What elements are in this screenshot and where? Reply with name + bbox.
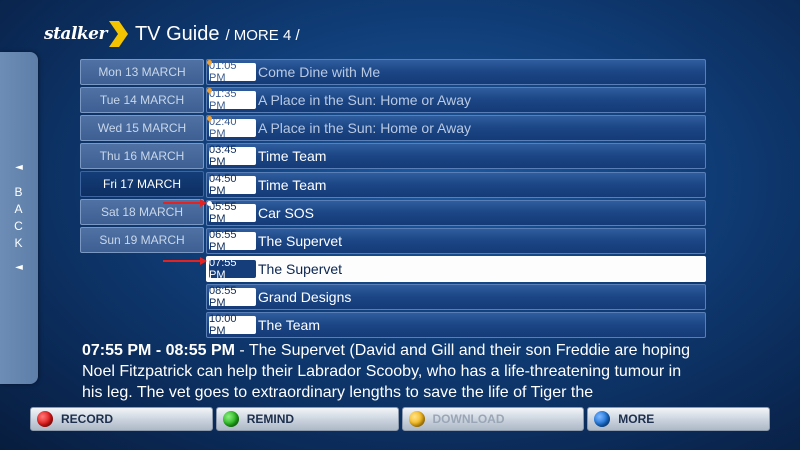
back-letter: C bbox=[14, 219, 24, 233]
stalker-logo: stalker bbox=[44, 20, 129, 48]
program-row[interactable]: 01:05 PM Come Dine with Me bbox=[206, 59, 706, 85]
page-title: TV Guide bbox=[134, 22, 220, 45]
day-item[interactable]: Mon 13 MARCH bbox=[80, 59, 204, 85]
blue-key-icon bbox=[594, 411, 611, 427]
program-title: Car SOS bbox=[258, 204, 315, 221]
annotation-arrow bbox=[163, 199, 207, 207]
program-list: 01:05 PM Come Dine with Me 01:35 PM A Pl… bbox=[206, 59, 706, 340]
program-row[interactable]: 06:55 PM The Supervet bbox=[206, 227, 706, 254]
back-letter: K bbox=[14, 236, 24, 250]
action-bar: RECORD REMIND DOWNLOAD MORE bbox=[30, 407, 770, 431]
logo-chevron-icon bbox=[108, 21, 128, 47]
program-row[interactable]: 05:55 PM Car SOS bbox=[206, 199, 706, 226]
program-time: 10:00 PM bbox=[209, 313, 256, 337]
program-time: 01:35 PM bbox=[209, 88, 256, 112]
program-row[interactable]: 02:40 PM A Place in the Sun: Home or Awa… bbox=[206, 115, 706, 142]
remind-button[interactable]: REMIND bbox=[215, 407, 399, 431]
description-time-range: 07:55 PM - 08:55 PM bbox=[82, 342, 235, 359]
program-title: The Supervet bbox=[258, 232, 343, 249]
past-indicator-icon bbox=[207, 60, 212, 65]
program-time: 05:55 PM bbox=[209, 201, 256, 225]
program-time: 06:55 PM bbox=[209, 229, 256, 253]
program-title: Come Dine with Me bbox=[258, 64, 381, 80]
yellow-key-icon bbox=[408, 411, 425, 427]
annotation-arrow bbox=[163, 257, 207, 265]
day-item[interactable]: Tue 14 MARCH bbox=[80, 87, 204, 113]
program-row[interactable]: 04:50 PM Time Team bbox=[206, 171, 706, 198]
more-button[interactable]: MORE bbox=[587, 407, 770, 431]
program-title: Time Team bbox=[258, 176, 327, 193]
program-title: A Place in the Sun: Home or Away bbox=[258, 120, 471, 137]
program-row-selected[interactable]: 07:55 PM The Supervet bbox=[206, 255, 706, 282]
program-time: 08:55 PM bbox=[209, 285, 256, 309]
breadcrumb: / MORE 4 / bbox=[225, 27, 300, 44]
program-row[interactable]: 10:00 PM The Team bbox=[206, 312, 706, 339]
day-list: Mon 13 MARCH Tue 14 MARCH Wed 15 MARCH T… bbox=[80, 59, 204, 255]
logo-text: stalker bbox=[44, 24, 107, 44]
download-button[interactable]: DOWNLOAD bbox=[401, 407, 585, 431]
program-title: The Team bbox=[258, 317, 320, 334]
record-label: RECORD bbox=[61, 412, 114, 426]
program-time: 02:40 PM bbox=[209, 116, 256, 140]
day-item[interactable]: Wed 15 MARCH bbox=[80, 115, 204, 141]
back-letter: B bbox=[14, 185, 24, 199]
program-title: The Supervet bbox=[258, 260, 343, 277]
back-letter: A bbox=[14, 202, 24, 216]
red-key-icon bbox=[37, 411, 53, 427]
day-item-selected[interactable]: Fri 17 MARCH bbox=[80, 171, 204, 197]
program-title: Grand Designs bbox=[258, 289, 352, 306]
program-row[interactable]: 08:55 PM Grand Designs bbox=[206, 284, 706, 311]
back-arrow-icon: ◄ bbox=[15, 262, 23, 273]
back-arrow-icon: ◄ bbox=[15, 162, 23, 173]
back-button[interactable]: ◄ B A C K ◄ bbox=[0, 52, 38, 384]
program-time: 07:55 PM bbox=[209, 257, 256, 281]
program-time: 03:45 PM bbox=[209, 144, 256, 168]
program-row[interactable]: 01:35 PM A Place in the Sun: Home or Awa… bbox=[206, 87, 706, 114]
day-item[interactable]: Thu 16 MARCH bbox=[80, 143, 204, 169]
program-title: Time Team bbox=[258, 148, 327, 165]
day-item[interactable]: Sun 19 MARCH bbox=[80, 227, 204, 253]
green-key-icon bbox=[222, 411, 239, 427]
record-button[interactable]: RECORD bbox=[30, 407, 213, 431]
program-title: A Place in the Sun: Home or Away bbox=[258, 92, 471, 109]
program-time: 04:50 PM bbox=[209, 173, 256, 197]
more-label: MORE bbox=[618, 412, 655, 426]
program-time: 01:05 PM bbox=[209, 60, 256, 84]
remind-label: REMIND bbox=[246, 412, 295, 426]
program-row[interactable]: 03:45 PM Time Team bbox=[206, 143, 706, 170]
program-description: 07:55 PM - 08:55 PM - The Supervet (Davi… bbox=[82, 340, 706, 402]
now-indicator-icon bbox=[207, 200, 212, 206]
header: stalker TV Guide / MORE 4 / bbox=[44, 14, 300, 54]
download-label: DOWNLOAD bbox=[432, 412, 505, 426]
back-label: B A C K bbox=[14, 184, 24, 252]
